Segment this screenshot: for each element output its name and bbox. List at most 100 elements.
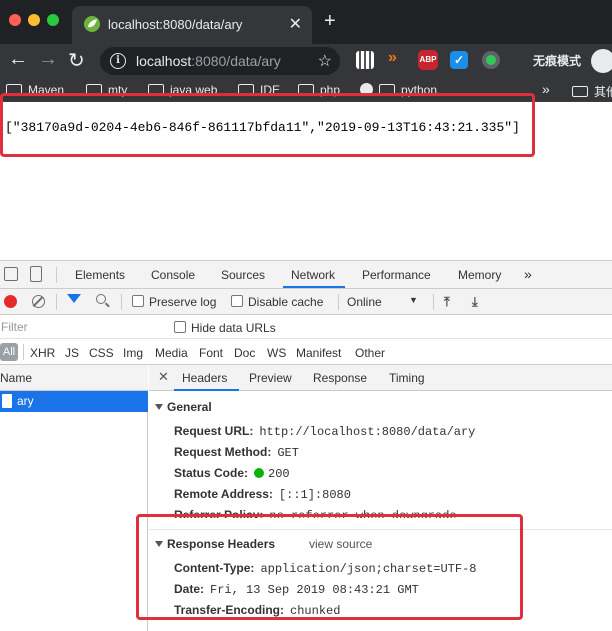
maximize-window-button[interactable] xyxy=(47,14,59,26)
vpn-icon[interactable]: ✓ xyxy=(450,51,468,69)
url-path: :8080/data/ary xyxy=(191,53,281,69)
tab-title: localhost:8080/data/ary xyxy=(108,17,243,32)
forward-arrow-icon[interactable]: → xyxy=(38,48,58,71)
type-filter-all[interactable]: All xyxy=(0,343,18,361)
tab-network[interactable]: Network xyxy=(291,268,335,282)
bookmark-star-icon[interactable]: ☆ xyxy=(318,51,332,71)
browser-toolbar: ← → ↻ i localhost:8080/data/ary ☆ » ABP … xyxy=(0,44,612,78)
info-icon[interactable]: i xyxy=(110,53,126,69)
tab-performance[interactable]: Performance xyxy=(362,268,431,282)
tab-timing[interactable]: Timing xyxy=(389,371,425,385)
type-filter-manifest[interactable]: Manifest xyxy=(296,346,341,360)
detail-tab-bar: ✕ Headers Preview Response Timing xyxy=(149,365,612,391)
tab-console[interactable]: Console xyxy=(151,268,195,282)
json-response-text: ["38170a9d-0204-4eb6-846f-861117bfda11",… xyxy=(5,120,520,135)
tab-memory[interactable]: Memory xyxy=(458,268,501,282)
tab-elements[interactable]: Elements xyxy=(75,268,125,282)
filter-icon[interactable] xyxy=(67,294,81,303)
type-filter-media[interactable]: Media xyxy=(155,346,188,360)
clear-icon[interactable] xyxy=(32,295,45,308)
request-row[interactable]: ary xyxy=(0,391,148,412)
search-icon[interactable] xyxy=(96,294,106,304)
divider xyxy=(56,267,57,283)
header-row-request-method: Request Method: GET xyxy=(174,445,299,460)
new-tab-button[interactable]: + xyxy=(324,10,336,33)
type-filter-img[interactable]: Img xyxy=(123,346,143,360)
type-filter-other[interactable]: Other xyxy=(355,346,385,360)
active-tab-indicator xyxy=(174,389,239,391)
devtools-tab-bar: Elements Console Sources Network Perform… xyxy=(0,261,612,289)
header-row-status-code: Status Code: 200 xyxy=(174,466,290,481)
name-column-header[interactable]: Name xyxy=(0,365,148,391)
type-filter-font[interactable]: Font xyxy=(199,346,223,360)
import-har-icon[interactable]: ⤒ xyxy=(444,294,450,310)
divider xyxy=(433,294,434,310)
header-key: Request Method: xyxy=(174,445,272,459)
incognito-icon[interactable] xyxy=(591,49,612,73)
bookmark-other[interactable]: 其他 xyxy=(572,83,612,100)
header-value: [::1]:8080 xyxy=(278,488,351,502)
hide-data-urls-label: Hide data URLs xyxy=(191,321,276,335)
url-text: localhost:8080/data/ary xyxy=(136,53,281,69)
hide-data-urls-checkbox[interactable] xyxy=(174,321,186,333)
green-dot-icon[interactable] xyxy=(482,51,500,69)
header-row-remote-address: Remote Address: [::1]:8080 xyxy=(174,487,351,502)
general-section-header[interactable]: General xyxy=(155,400,212,414)
status-ok-icon xyxy=(254,468,265,478)
address-bar[interactable]: i localhost:8080/data/ary ☆ xyxy=(100,47,340,75)
general-title: General xyxy=(167,400,212,414)
chevron-down-icon[interactable]: ▼ xyxy=(409,295,418,305)
resource-type-bar: All XHR JS CSS Img Media Font Doc WS Man… xyxy=(0,339,612,365)
type-filter-ws[interactable]: WS xyxy=(267,346,286,360)
type-filter-xhr[interactable]: XHR xyxy=(30,346,55,360)
divider xyxy=(338,294,339,310)
spring-leaf-icon xyxy=(84,16,100,32)
inspect-element-icon[interactable] xyxy=(4,267,18,281)
tab-response[interactable]: Response xyxy=(313,371,367,385)
throttling-select[interactable]: Online xyxy=(347,295,382,309)
orange-chevron-icon[interactable]: » xyxy=(388,49,406,67)
divider xyxy=(121,294,122,310)
incognito-label: 无痕模式 xyxy=(533,54,582,68)
header-row-request-url: Request URL: http://localhost:8080/data/a… xyxy=(174,424,475,439)
divider xyxy=(23,344,24,360)
export-har-icon[interactable]: ⤓ xyxy=(472,294,478,310)
type-filter-css[interactable]: CSS xyxy=(89,346,114,360)
more-tabs-button[interactable]: » xyxy=(524,266,532,282)
header-value: http://localhost:8080/data/ary xyxy=(259,425,476,439)
close-icon[interactable]: ✕ xyxy=(158,369,169,385)
back-arrow-icon[interactable]: ← xyxy=(8,48,28,71)
highlight-box-response-headers xyxy=(136,514,523,620)
type-filter-doc[interactable]: Doc xyxy=(234,346,255,360)
document-icon xyxy=(2,394,12,408)
close-tab-icon[interactable]: ✕ xyxy=(289,14,302,34)
divider xyxy=(56,294,57,310)
filter-bar: Hide data URLs xyxy=(0,315,612,339)
disable-cache-checkbox[interactable] xyxy=(231,295,243,307)
network-toolbar: Preserve log Disable cache Online ▼ ⤒ ⤓ xyxy=(0,289,612,315)
header-value: GET xyxy=(277,446,299,460)
type-filter-js[interactable]: JS xyxy=(65,346,79,360)
close-window-button[interactable] xyxy=(9,14,21,26)
filter-input[interactable] xyxy=(0,318,162,336)
request-name: ary xyxy=(17,394,34,408)
tab-sources[interactable]: Sources xyxy=(221,268,265,282)
minimize-window-button[interactable] xyxy=(28,14,40,26)
url-host: localhost xyxy=(136,53,192,69)
active-tab-indicator xyxy=(283,286,345,288)
header-key: Remote Address: xyxy=(174,487,273,501)
header-value: 200 xyxy=(268,467,290,481)
adblock-icon[interactable]: ABP xyxy=(418,50,438,70)
bookmarks-more-button[interactable]: » xyxy=(542,81,550,97)
tab-preview[interactable]: Preview xyxy=(249,371,292,385)
device-toolbar-icon[interactable] xyxy=(30,266,42,282)
request-list: Name ary xyxy=(0,365,148,631)
preserve-log-checkbox[interactable] xyxy=(132,295,144,307)
browser-tab[interactable]: localhost:8080/data/ary ✕ xyxy=(72,6,312,44)
record-icon[interactable] xyxy=(4,295,17,308)
disable-cache-label: Disable cache xyxy=(248,295,324,309)
tab-headers[interactable]: Headers xyxy=(182,371,227,385)
qr-code-icon[interactable] xyxy=(356,51,374,69)
preserve-log-label: Preserve log xyxy=(149,295,217,309)
reload-icon[interactable]: ↻ xyxy=(68,48,85,73)
